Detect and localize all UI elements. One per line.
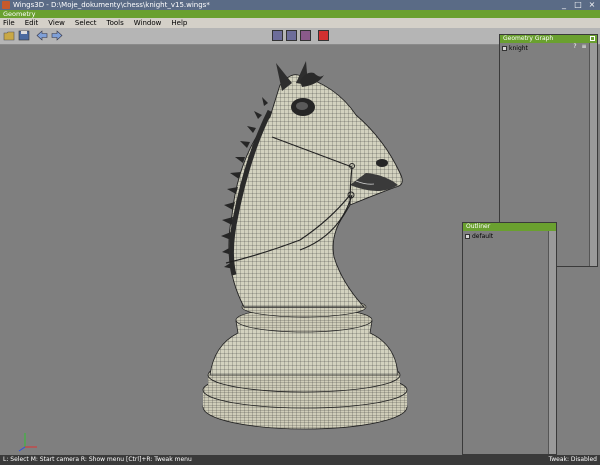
- menu-tools[interactable]: Tools: [104, 18, 131, 28]
- object-label: knight: [509, 45, 528, 52]
- outliner-header[interactable]: Outliner: [463, 223, 556, 231]
- list-item[interactable]: default: [465, 233, 493, 240]
- window-controls: _ □ ×: [558, 0, 598, 10]
- menu-bar: File Edit View Select Tools Window Help: [0, 18, 600, 28]
- save-icon[interactable]: [18, 30, 30, 41]
- scrollbar[interactable]: [548, 231, 556, 454]
- vertex-select-mode-icon[interactable]: [272, 30, 283, 41]
- menu-edit[interactable]: Edit: [22, 18, 46, 28]
- outliner-panel: Outliner default: [462, 222, 557, 455]
- geometry-graph-header[interactable]: Geometry Graph: [500, 35, 597, 43]
- redo-arrow-icon[interactable]: [51, 30, 63, 41]
- menu-window[interactable]: Window: [131, 18, 169, 28]
- menu-icon[interactable]: ≡: [581, 44, 587, 50]
- maximize-button[interactable]: □: [572, 0, 584, 9]
- tweak-status: Tweak: Disabled: [548, 456, 597, 463]
- body-select-mode-icon[interactable]: [318, 30, 329, 41]
- status-hints: L: Select M: Start camera R: Show menu […: [3, 456, 192, 463]
- wings-app-icon: [2, 1, 10, 9]
- material-label: default: [472, 233, 494, 240]
- geometry-header: Geometry: [0, 10, 600, 18]
- scrollbar[interactable]: [589, 43, 597, 266]
- title-bar: Wings3D - D:\Moje_dokumenty\chess\knight…: [0, 0, 600, 10]
- menu-file[interactable]: File: [0, 18, 22, 28]
- geometry-graph-tools: ? ≡: [572, 44, 587, 50]
- undo-arrow-icon[interactable]: [36, 30, 48, 41]
- menu-view[interactable]: View: [45, 18, 72, 28]
- edge-select-mode-icon[interactable]: [286, 30, 297, 41]
- minimize-button[interactable]: _: [558, 0, 570, 9]
- axis-gizmo-icon: [18, 433, 37, 452]
- close-button[interactable]: ×: [586, 0, 598, 9]
- window-title: Wings3D - D:\Moje_dokumenty\chess\knight…: [13, 1, 210, 9]
- menu-help[interactable]: Help: [168, 18, 194, 28]
- geometry-graph-title: Geometry Graph: [503, 35, 554, 42]
- open-folder-icon[interactable]: [3, 30, 15, 41]
- geometry-title: Geometry: [3, 10, 36, 18]
- object-icon: [502, 46, 507, 51]
- menu-select[interactable]: Select: [72, 18, 104, 28]
- outliner-title: Outliner: [466, 223, 491, 230]
- list-item[interactable]: knight: [502, 45, 528, 52]
- help-icon[interactable]: ?: [572, 44, 578, 50]
- material-icon: [465, 234, 470, 239]
- close-icon[interactable]: [590, 36, 595, 41]
- status-bar: L: Select M: Start camera R: Show menu […: [0, 455, 600, 465]
- face-select-mode-icon[interactable]: [300, 30, 311, 41]
